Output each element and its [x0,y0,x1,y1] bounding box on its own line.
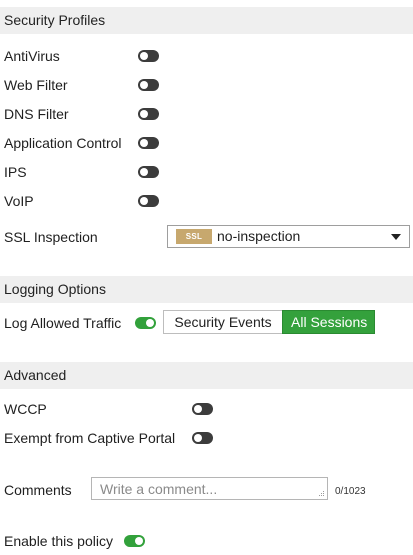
comment-char-counter: 0/1023 [335,486,366,497]
dns-filter-label: DNS Filter [4,106,69,122]
voip-toggle[interactable] [138,195,159,207]
logging-options-header: Logging Options [0,276,413,303]
log-allowed-traffic-label: Log Allowed Traffic [4,315,122,331]
web-filter-toggle[interactable] [138,79,159,91]
antivirus-toggle[interactable] [138,50,159,62]
ips-label: IPS [4,164,27,180]
comments-label: Comments [4,482,72,498]
all-sessions-option[interactable]: All Sessions [282,310,375,334]
wccp-label: WCCP [4,401,47,417]
comment-input[interactable] [91,477,328,500]
security-events-option[interactable]: Security Events [163,310,283,334]
exempt-captive-portal-toggle[interactable] [192,432,213,444]
advanced-header: Advanced [0,362,413,389]
web-filter-label: Web Filter [4,77,68,93]
security-profiles-header: Security Profiles [0,7,413,34]
enable-policy-toggle[interactable] [124,535,145,547]
log-allowed-traffic-toggle[interactable] [135,317,156,329]
chevron-down-icon [391,234,401,240]
application-control-label: Application Control [4,135,122,151]
voip-label: VoIP [4,193,34,209]
enable-policy-label: Enable this policy [4,533,113,549]
ssl-inspection-select[interactable]: SSL no-inspection [167,225,410,248]
antivirus-label: AntiVirus [4,48,60,64]
ips-toggle[interactable] [138,166,159,178]
dns-filter-toggle[interactable] [138,108,159,120]
ssl-badge: SSL [176,229,212,244]
resize-handle-icon[interactable] [316,490,325,498]
ssl-inspection-label: SSL Inspection [4,229,98,245]
exempt-captive-portal-label: Exempt from Captive Portal [4,430,176,446]
application-control-toggle[interactable] [138,137,159,149]
ssl-inspection-value: no-inspection [217,228,301,244]
wccp-toggle[interactable] [192,403,213,415]
